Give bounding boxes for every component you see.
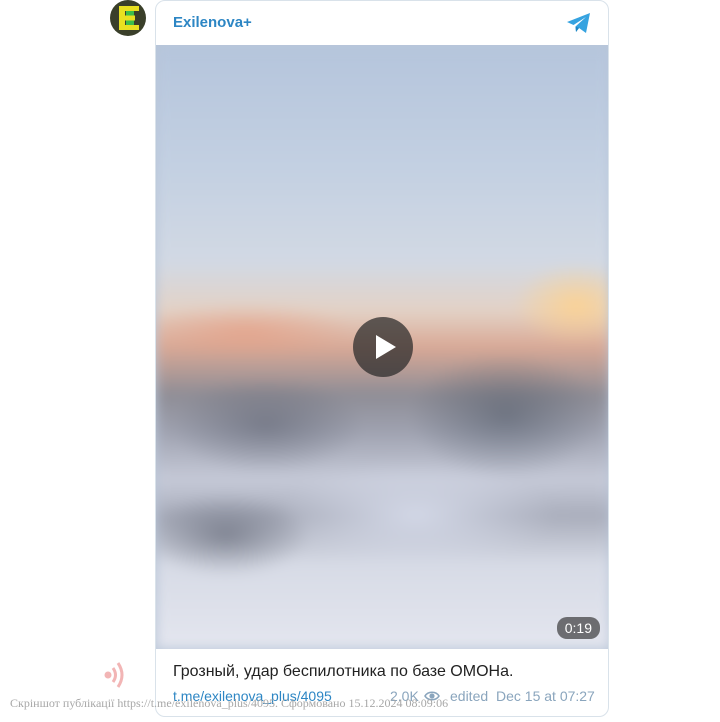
post-caption: Грозный, удар беспилотника по базе ОМОНа… (173, 663, 514, 680)
channel-avatar[interactable] (110, 0, 146, 36)
play-button[interactable] (353, 317, 413, 377)
channel-name[interactable]: Exilenova+ (173, 14, 252, 31)
edited-label: edited (450, 688, 489, 704)
video-player[interactable]: 0:19 (156, 45, 608, 649)
post-date[interactable]: Dec 15 at 07:27 (496, 688, 595, 704)
exilenova-logo-icon (119, 6, 139, 30)
post-header: Exilenova+ (156, 1, 608, 45)
telegram-icon[interactable] (566, 11, 592, 35)
screenshot-watermark: Скріншот публікації https://t.me/exileno… (10, 696, 449, 710)
post-card: Exilenova+ 0:19 Грозный, удар беспилотни… (155, 0, 609, 717)
play-icon (376, 335, 396, 359)
video-duration: 0:19 (556, 617, 600, 639)
sound-wave-icon (104, 662, 124, 688)
